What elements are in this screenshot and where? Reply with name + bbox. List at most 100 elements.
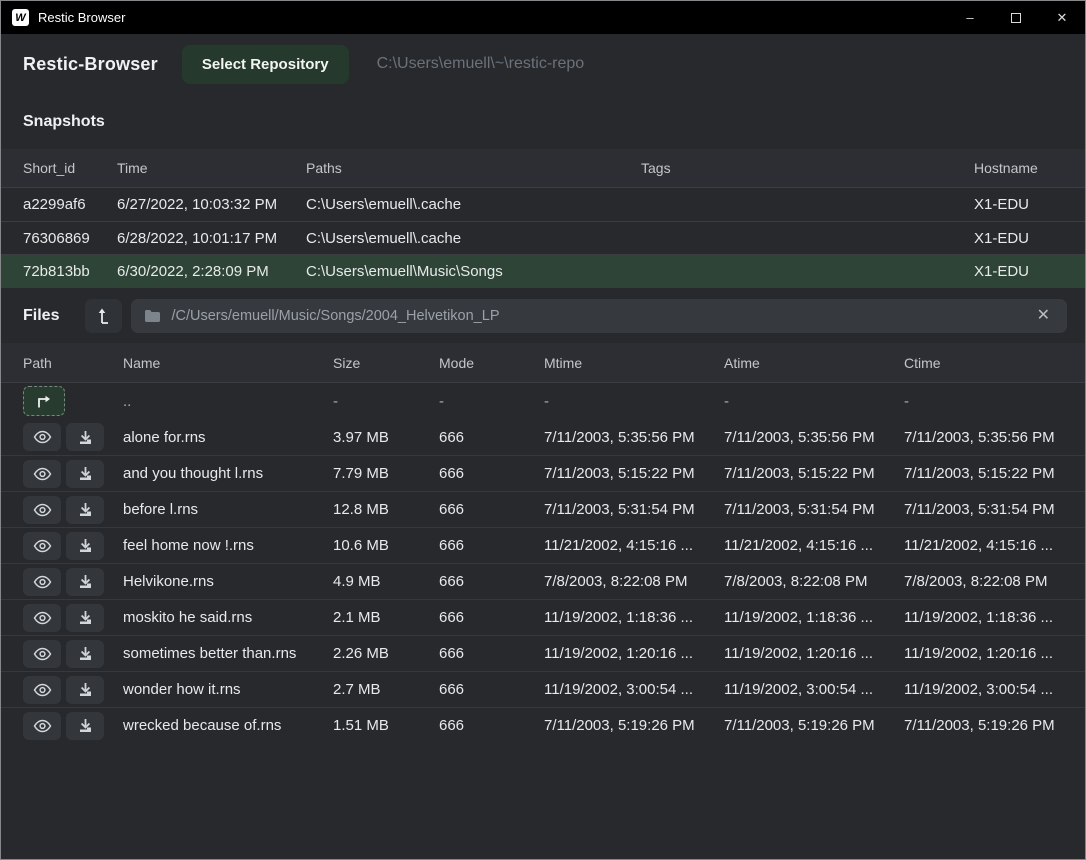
parent-directory-row: .. - - - - - [1,383,1085,419]
snapshot-time: 6/30/2022, 2:28:09 PM [117,263,306,280]
file-ctime: 11/19/2002, 3:00:54 ... [904,681,1067,698]
file-mtime: - [544,393,724,410]
download-file-button[interactable] [66,496,104,524]
column-header-time: Time [117,160,306,176]
column-header-path: Path [23,355,123,371]
file-mode: 666 [439,537,544,554]
file-actions [23,676,123,704]
preview-file-button[interactable] [23,532,61,560]
close-button[interactable]: ✕ [1039,1,1085,34]
file-row: alone for.rns 3.97 MB 666 7/11/2003, 5:3… [1,419,1085,455]
files-toolbar: Files /C/Users/emuell/Music/Songs/2004_H… [1,288,1085,343]
file-size: 7.79 MB [333,465,439,482]
repository-path: C:\Users\emuell\~\restic-repo [377,55,585,73]
files-table-header: Path Name Size Mode Mtime Atime Ctime [1,343,1085,383]
preview-file-button[interactable] [23,640,61,668]
preview-file-button[interactable] [23,460,61,488]
file-name: wonder how it.rns [123,681,333,698]
column-header-size: Size [333,355,439,371]
file-name: wrecked because of.rns [123,717,333,734]
snapshot-row[interactable]: 76306869 6/28/2022, 10:01:17 PM C:\Users… [1,221,1085,254]
file-ctime: 11/19/2002, 1:20:16 ... [904,645,1067,662]
file-mode: - [439,393,544,410]
column-header-short-id: Short_id [23,160,117,176]
preview-file-button[interactable] [23,604,61,632]
file-size: 4.9 MB [333,573,439,590]
file-size: - [333,393,439,410]
snapshots-table-header: Short_id Time Paths Tags Hostname [1,149,1085,188]
eye-icon [33,430,52,444]
maximize-icon [1011,13,1021,23]
current-path-input[interactable]: /C/Users/emuell/Music/Songs/2004_Helveti… [131,299,1067,333]
file-atime: - [724,393,904,410]
file-actions [23,532,123,560]
file-mode: 666 [439,681,544,698]
file-mode: 666 [439,501,544,518]
file-name: before l.rns [123,501,333,518]
enter-parent-directory-button[interactable] [23,386,65,416]
file-mtime: 11/21/2002, 4:15:16 ... [544,537,724,554]
file-actions [23,496,123,524]
snapshot-row[interactable]: a2299af6 6/27/2022, 10:03:32 PM C:\Users… [1,188,1085,221]
file-ctime: - [904,393,1067,410]
file-ctime: 7/11/2003, 5:35:56 PM [904,429,1067,446]
wails-app-icon: W [12,9,29,26]
file-mode: 666 [439,465,544,482]
snapshot-time: 6/27/2022, 10:03:32 PM [117,196,306,213]
file-mtime: 7/8/2003, 8:22:08 PM [544,573,724,590]
preview-file-button[interactable] [23,676,61,704]
snapshot-row[interactable]: 72b813bb 6/30/2022, 2:28:09 PM C:\Users\… [1,254,1085,287]
download-file-button[interactable] [66,640,104,668]
file-atime: 11/19/2002, 1:20:16 ... [724,645,904,662]
file-actions [23,568,123,596]
file-mtime: 7/11/2003, 5:19:26 PM [544,717,724,734]
titlebar: W Restic Browser – ✕ [1,1,1085,34]
page-title: Restic-Browser [23,54,158,75]
select-repository-button[interactable]: Select Repository [182,45,349,84]
preview-file-button[interactable] [23,496,61,524]
minimize-button[interactable]: – [947,1,993,34]
file-atime: 7/11/2003, 5:19:26 PM [724,717,904,734]
preview-file-button[interactable] [23,712,61,740]
files-section-title: Files [23,307,59,325]
snapshot-hostname: X1-EDU [974,230,1063,247]
maximize-button[interactable] [993,1,1039,34]
file-row: feel home now !.rns 10.6 MB 666 11/21/20… [1,527,1085,563]
snapshot-hostname: X1-EDU [974,196,1063,213]
file-actions [23,604,123,632]
download-file-button[interactable] [66,423,104,451]
file-size: 1.51 MB [333,717,439,734]
file-size: 10.6 MB [333,537,439,554]
download-icon [78,538,93,553]
eye-icon [33,647,52,661]
column-header-tags: Tags [641,160,974,176]
file-ctime: 11/19/2002, 1:18:36 ... [904,609,1067,626]
clear-path-button[interactable]: ✕ [1033,306,1054,326]
file-row: Helvikone.rns 4.9 MB 666 7/8/2003, 8:22:… [1,563,1085,599]
download-icon [78,610,93,625]
download-icon [78,430,93,445]
column-header-atime: Atime [724,355,904,371]
eye-icon [33,503,52,517]
file-size: 2.1 MB [333,609,439,626]
file-mtime: 11/19/2002, 3:00:54 ... [544,681,724,698]
file-mtime: 11/19/2002, 1:18:36 ... [544,609,724,626]
download-file-button[interactable] [66,460,104,488]
snapshot-time: 6/28/2022, 10:01:17 PM [117,230,306,247]
download-file-button[interactable] [66,712,104,740]
file-mode: 666 [439,429,544,446]
window-controls: – ✕ [947,1,1085,34]
column-header-hostname: Hostname [974,160,1063,176]
file-ctime: 7/11/2003, 5:19:26 PM [904,717,1067,734]
download-file-button[interactable] [66,568,104,596]
download-file-button[interactable] [66,532,104,560]
download-file-button[interactable] [66,604,104,632]
download-icon [78,574,93,589]
go-up-directory-button[interactable] [85,299,122,333]
preview-file-button[interactable] [23,423,61,451]
file-row: moskito he said.rns 2.1 MB 666 11/19/200… [1,599,1085,635]
file-mode: 666 [439,573,544,590]
preview-file-button[interactable] [23,568,61,596]
download-icon [78,682,93,697]
download-file-button[interactable] [66,676,104,704]
